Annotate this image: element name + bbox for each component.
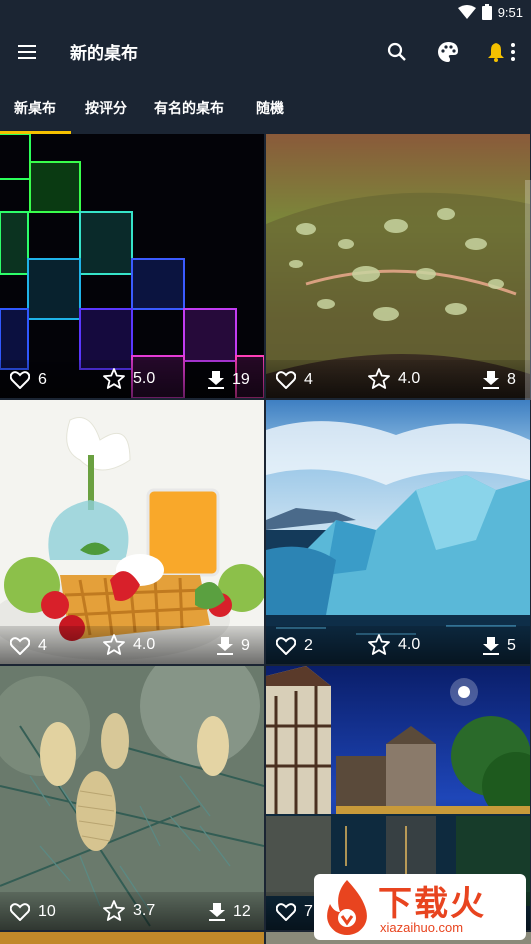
theme-button[interactable]: [434, 38, 462, 66]
rating[interactable]: 4.0: [368, 368, 420, 389]
status-icons: 9:51: [457, 3, 523, 21]
rating-value: 4.0: [398, 635, 421, 653]
wallpaper-tile[interactable]: 4 4.0 8: [266, 134, 530, 398]
download-count-value: 19: [232, 371, 250, 388]
wallpaper-image: [0, 666, 264, 930]
flame-logo-icon: [327, 880, 367, 935]
wallpaper-image: [0, 400, 264, 664]
download-count-value: 8: [507, 371, 516, 388]
wallpaper-grid: 6 5.0 19 4 4.0 8 4 4.0 9 2 4.0 5 10 3.7 …: [0, 134, 531, 944]
download-count-value: 9: [241, 637, 250, 654]
star-icon: [103, 900, 125, 921]
status-time: 9:51: [497, 4, 523, 20]
like-count[interactable]: 4: [10, 637, 47, 655]
app-bar: 新的桌布: [0, 24, 531, 80]
battery-icon: [481, 4, 492, 20]
like-count[interactable]: 4: [276, 371, 313, 389]
next-tile-peek: [0, 932, 264, 944]
rating-value: 4.0: [133, 635, 156, 653]
like-count[interactable]: 7: [276, 903, 313, 921]
like-count[interactable]: 6: [10, 371, 47, 389]
like-count-value: 4: [304, 371, 313, 388]
tab-new-wallpapers[interactable]: 新桌布: [14, 98, 56, 118]
rating[interactable]: 5.0: [103, 368, 155, 389]
star-icon: [103, 368, 125, 389]
download-icon: [208, 371, 224, 389]
star-icon: [368, 634, 390, 655]
heart-icon: [10, 637, 30, 655]
wallpaper-tile[interactable]: 4 4.0 9: [0, 400, 264, 664]
like-count[interactable]: 2: [276, 637, 313, 655]
search-icon: [387, 42, 406, 61]
wallpaper-tile[interactable]: 2 4.0 5: [266, 400, 530, 664]
tab-bar: 新桌布 按评分 有名的桌布 随機: [0, 80, 531, 134]
menu-icon-line: [18, 51, 36, 53]
tab-by-rating[interactable]: 按评分: [85, 98, 127, 118]
heart-icon: [10, 371, 30, 389]
heart-icon: [10, 903, 30, 921]
page-title: 新的桌布: [70, 44, 138, 64]
like-count-value: 10: [38, 903, 56, 920]
menu-button[interactable]: [14, 40, 40, 64]
rating[interactable]: 4.0: [103, 634, 155, 655]
wallpaper-image: [266, 400, 530, 664]
like-count-value: 6: [38, 371, 47, 388]
watermark: 下载火 xiazaihuo.com: [314, 874, 526, 940]
download-count[interactable]: 8: [483, 371, 516, 389]
wallpaper-tile[interactable]: 10 3.7 12: [0, 666, 264, 930]
rating-value: 5.0: [133, 369, 156, 387]
heart-icon: [276, 371, 296, 389]
rating-value: 4.0: [398, 369, 421, 387]
more-vert-icon: [511, 43, 515, 61]
download-icon: [483, 637, 499, 655]
download-count[interactable]: 19: [208, 371, 250, 389]
menu-icon: [18, 45, 36, 47]
download-count-value: 12: [233, 903, 251, 920]
wifi-icon: [457, 5, 476, 19]
rating[interactable]: 4.0: [368, 634, 420, 655]
wallpaper-image: [266, 134, 530, 398]
wallpaper-tile[interactable]: 6 5.0 19: [0, 134, 264, 398]
watermark-brand: 下载火: [378, 884, 486, 924]
download-count-value: 5: [507, 637, 516, 654]
menu-icon-line: [18, 57, 36, 59]
watermark-domain: xiazaihuo.com: [380, 920, 464, 935]
download-count[interactable]: 9: [217, 637, 250, 655]
download-icon: [209, 903, 225, 921]
download-icon: [217, 637, 233, 655]
scrollbar-thumb[interactable]: [525, 180, 531, 400]
like-count-value: 4: [38, 637, 47, 654]
like-count[interactable]: 10: [10, 903, 56, 921]
star-icon: [103, 634, 125, 655]
search-button[interactable]: [383, 38, 411, 66]
like-count-value: 2: [304, 637, 313, 654]
wallpaper-image: [0, 134, 264, 398]
like-count-value: 7: [304, 903, 313, 920]
heart-icon: [276, 903, 296, 921]
star-icon: [368, 368, 390, 389]
rating-value: 3.7: [133, 901, 156, 919]
palette-icon: [438, 42, 458, 62]
download-count[interactable]: 5: [483, 637, 516, 655]
download-count[interactable]: 12: [209, 903, 251, 921]
more-options-button[interactable]: [503, 38, 523, 66]
status-bar: 9:51: [0, 0, 531, 24]
tab-popular[interactable]: 有名的桌布: [154, 98, 224, 118]
rating[interactable]: 3.7: [103, 900, 155, 921]
heart-icon: [276, 637, 296, 655]
download-icon: [483, 371, 499, 389]
tab-random[interactable]: 随機: [256, 98, 284, 118]
